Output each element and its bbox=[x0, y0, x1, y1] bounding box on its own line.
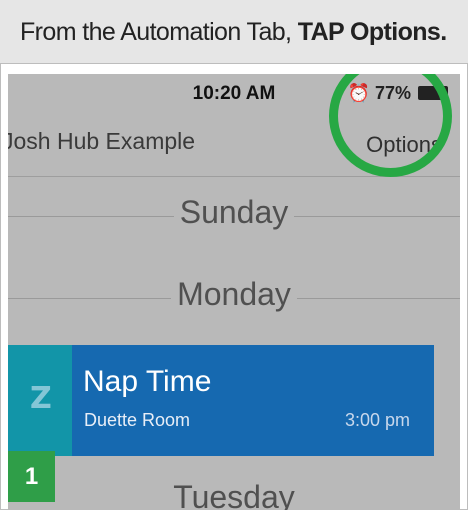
day-header-tuesday: Tuesday bbox=[8, 479, 460, 510]
battery-icon bbox=[418, 86, 448, 100]
event-time: 3:00 pm bbox=[344, 410, 410, 430]
instruction-text: From the Automation Tab, TAP Options. bbox=[20, 18, 447, 47]
day-label: Tuesday bbox=[167, 479, 301, 510]
instruction-banner: From the Automation Tab, TAP Options. bbox=[0, 0, 468, 64]
status-icons: ⏰ 77% bbox=[348, 83, 448, 104]
status-bar: 10:20 AM ⏰ 77% bbox=[8, 74, 460, 108]
event-title: Nap Time bbox=[83, 365, 212, 398]
phone-screenshot: 10:20 AM ⏰ 77% Josh Hub Example Options … bbox=[8, 74, 460, 510]
event-room: Duette Room bbox=[84, 410, 191, 430]
options-button[interactable]: Options bbox=[366, 132, 442, 158]
day-label: Monday bbox=[171, 276, 297, 312]
day-label: Sunday bbox=[173, 194, 295, 230]
schedule-event-item[interactable]: Z Nap Time Duette Room 3:00 pm bbox=[8, 345, 434, 456]
day-header-sunday: Sunday bbox=[8, 194, 460, 240]
event-icon-block: Z bbox=[8, 345, 72, 456]
hub-name: Josh Hub Example bbox=[8, 128, 196, 154]
nav-bar: Josh Hub Example Options bbox=[8, 74, 460, 177]
day-header-monday: Monday bbox=[8, 276, 460, 322]
alarm-clock-icon: ⏰ bbox=[347, 83, 370, 103]
sleep-z-icon: Z bbox=[30, 381, 52, 416]
step-number-badge: 1 bbox=[8, 451, 55, 502]
instruction-emphasis: TAP Options. bbox=[297, 18, 447, 46]
battery-percent: 77% bbox=[374, 83, 411, 103]
instruction-prefix: From the Automation Tab, bbox=[20, 18, 298, 46]
